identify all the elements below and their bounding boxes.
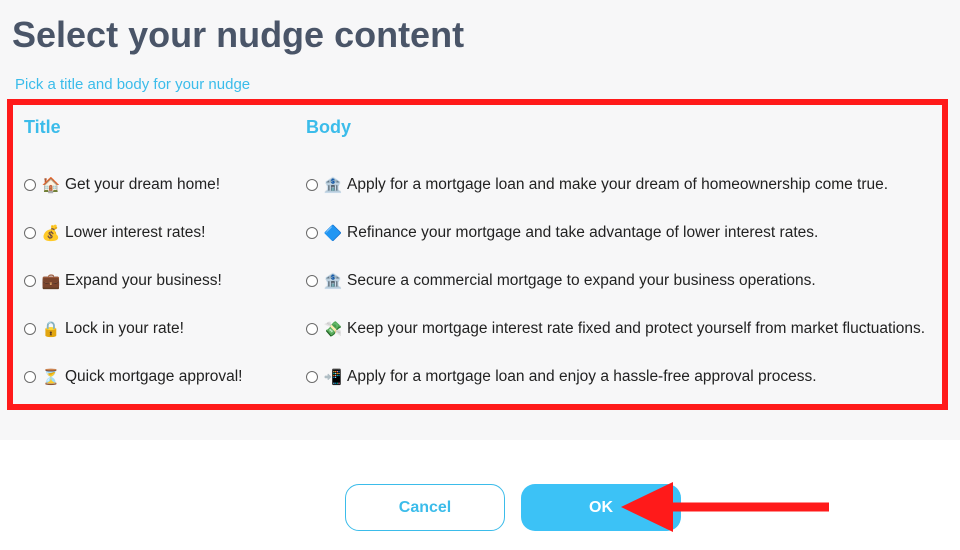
title-option[interactable]: 🏠 Get your dream home! <box>24 176 220 194</box>
body-radio[interactable] <box>306 371 318 383</box>
briefcase-icon: 💼 <box>41 272 61 290</box>
body-option[interactable]: 🏦 Apply for a mortgage loan and make you… <box>306 176 888 194</box>
highlight-annotation-box <box>7 99 948 410</box>
money-wings-icon: 💸 <box>323 320 343 338</box>
title-radio[interactable] <box>24 227 36 239</box>
title-option-label: Lower interest rates! <box>65 224 206 241</box>
body-option[interactable]: 💸 Keep your mortgage interest rate fixed… <box>306 320 925 338</box>
body-radio[interactable] <box>306 227 318 239</box>
title-radio[interactable] <box>24 323 36 335</box>
body-option-label: Secure a commercial mortgage to expand y… <box>347 272 816 289</box>
money-bag-icon: 💰 <box>41 224 61 242</box>
body-option-label: Refinance your mortgage and take advanta… <box>347 224 819 241</box>
arrow-annotation-icon <box>621 482 829 532</box>
blue-diamond-icon: 🔷 <box>323 224 343 242</box>
house-icon: 🏠 <box>41 176 61 194</box>
body-option[interactable]: 📲 Apply for a mortgage loan and enjoy a … <box>306 368 817 386</box>
body-column-heading: Body <box>306 117 351 137</box>
lock-icon: 🔒 <box>41 320 61 338</box>
title-column-heading: Title <box>24 117 61 137</box>
title-option[interactable]: 💰 Lower interest rates! <box>24 224 205 242</box>
title-option-label: Lock in your rate! <box>65 320 184 337</box>
page-subtitle: Pick a title and body for your nudge <box>15 76 251 93</box>
title-option-label: Quick mortgage approval! <box>65 368 243 385</box>
body-option-label: Apply for a mortgage loan and enjoy a ha… <box>347 368 817 385</box>
body-radio[interactable] <box>306 179 318 191</box>
hourglass-icon: ⏳ <box>41 368 61 386</box>
title-radio[interactable] <box>24 371 36 383</box>
bank-icon: 🏦 <box>323 176 343 194</box>
title-option[interactable]: ⏳ Quick mortgage approval! <box>24 368 242 386</box>
body-option-label: Apply for a mortgage loan and make your … <box>347 176 889 193</box>
body-option[interactable]: 🏦 Secure a commercial mortgage to expand… <box>306 272 816 290</box>
page-title: Select your nudge content <box>12 14 465 55</box>
title-option[interactable]: 💼 Expand your business! <box>24 272 222 290</box>
bank-icon: 🏦 <box>323 272 343 290</box>
mobile-arrow-icon: 📲 <box>323 368 343 386</box>
body-radio[interactable] <box>306 275 318 287</box>
title-radio[interactable] <box>24 275 36 287</box>
title-option[interactable]: 🔒 Lock in your rate! <box>24 320 184 338</box>
title-radio[interactable] <box>24 179 36 191</box>
title-option-label: Get your dream home! <box>65 176 221 193</box>
cancel-button[interactable]: Cancel <box>345 484 505 531</box>
body-radio[interactable] <box>306 323 318 335</box>
title-option-label: Expand your business! <box>65 272 222 289</box>
body-option-label: Keep your mortgage interest rate fixed a… <box>347 320 926 337</box>
body-option[interactable]: 🔷 Refinance your mortgage and take advan… <box>306 224 818 242</box>
